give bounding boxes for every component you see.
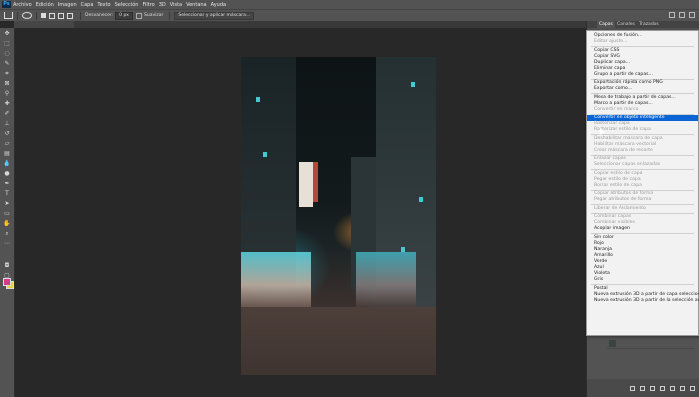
menu-3d[interactable]: 3D — [159, 2, 166, 8]
add-selection-icon[interactable] — [49, 12, 55, 19]
menu-ayuda[interactable]: Ayuda — [211, 2, 226, 8]
more-tools-icon[interactable]: ⋯ — [3, 240, 11, 247]
window-light — [419, 197, 423, 202]
market-stall-left — [241, 252, 311, 307]
intersect-selection-icon[interactable] — [67, 12, 73, 19]
new-selection-icon[interactable] — [41, 13, 46, 18]
window-light — [256, 97, 260, 102]
gradient-tool-icon[interactable]: ▤ — [3, 150, 11, 157]
menu-item: Borrar estilo de capa — [594, 182, 642, 188]
menu-seleccion[interactable]: Selección — [115, 2, 139, 8]
layers-panel-footer — [587, 379, 699, 397]
options-bar: Desvanecer: 0 px Suavizar Seleccionar y … — [0, 9, 699, 21]
foreground-color-swatch[interactable] — [3, 278, 11, 286]
trash-icon[interactable] — [690, 385, 695, 391]
menu-item[interactable]: Nueva extrusión 3D a partir de la selecc… — [587, 298, 699, 304]
menu-item[interactable]: Exportar como... — [587, 86, 698, 92]
quick-mask-icon[interactable]: ◘ — [3, 262, 11, 269]
menu-capa[interactable]: Capa — [81, 2, 94, 8]
market-stall-right — [356, 252, 416, 307]
menu-item[interactable]: Gris — [587, 277, 698, 283]
tab-trazados[interactable]: Trazados — [639, 21, 659, 28]
menu-edicion[interactable]: Edición — [36, 2, 54, 8]
healing-brush-tool-icon[interactable]: ✚ — [3, 100, 11, 107]
marquee-tool-icon[interactable]: ⬚ — [3, 40, 11, 47]
menu-item: Editar ajuste... — [594, 39, 628, 45]
smooth-checkbox[interactable] — [135, 12, 142, 19]
tools-panel: ✥ ⬚ ◌ ✎ ⌗ ⊠ ⚲ ✚ ✐ ⊥ ↺ ▱ ▤ 💧 ● ✒ T ➤ ▭ ✋ … — [0, 28, 15, 397]
rectangle-tool-icon[interactable]: ▭ — [3, 210, 11, 217]
new-group-icon[interactable] — [670, 385, 675, 391]
layer-thumbnail — [609, 340, 616, 347]
shop-sign — [313, 162, 318, 202]
search-icon[interactable] — [669, 12, 675, 18]
street — [241, 307, 436, 375]
tab-capas[interactable]: Capas — [597, 21, 615, 28]
menu-imagen[interactable]: Imagen — [58, 2, 77, 8]
home-icon[interactable] — [4, 12, 13, 19]
menu-archivo[interactable]: Archivo — [13, 2, 32, 8]
layer-style-icon[interactable] — [640, 385, 645, 391]
menu-bar: Ps Archivo Edición Imagen Capa Texto Sel… — [0, 0, 699, 9]
subtract-selection-icon[interactable] — [58, 12, 64, 19]
divider — [36, 11, 37, 20]
photoshop-logo-icon: Ps — [2, 1, 11, 8]
hand-tool-icon[interactable]: ✋ — [3, 220, 11, 227]
divider — [80, 11, 81, 20]
dodge-tool-icon[interactable]: ● — [3, 170, 11, 177]
lasso-tool-icon[interactable]: ◌ — [3, 50, 11, 57]
add-mask-icon[interactable] — [650, 385, 655, 391]
path-selection-tool-icon[interactable]: ➤ — [3, 200, 11, 207]
menu-filtro[interactable]: Filtro — [142, 2, 154, 8]
select-and-mask-button[interactable]: Seleccionar y aplicar máscara... — [174, 11, 255, 20]
menu-ventana[interactable]: Ventana — [186, 2, 207, 8]
menu-item: Crear máscara de recorte — [594, 147, 653, 153]
menu-item[interactable]: Acoplar imagen — [587, 226, 698, 232]
eyedropper-tool-icon[interactable]: ⚲ — [3, 90, 11, 97]
divider — [17, 11, 18, 20]
menu-texto[interactable]: Texto — [97, 2, 110, 8]
panel-tab-strip: Capas Canales Trazados — [587, 21, 699, 28]
new-layer-icon[interactable] — [680, 385, 685, 391]
menu-item[interactable]: Grupo a partir de capas... — [587, 72, 698, 78]
frame-tool-icon[interactable]: ⊠ — [3, 80, 11, 87]
eraser-tool-icon[interactable]: ▱ — [3, 140, 11, 147]
menu-item: Seleccionar capas enlazadas — [594, 162, 661, 168]
menu-vista[interactable]: Vista — [170, 2, 182, 8]
feather-label: Desvanecer: — [85, 13, 114, 18]
history-brush-tool-icon[interactable]: ↺ — [3, 130, 11, 137]
workspace-icon[interactable] — [679, 12, 685, 18]
move-tool-icon[interactable]: ✥ — [3, 30, 11, 37]
canvas-photo[interactable] — [241, 57, 436, 375]
document-tab[interactable] — [14, 21, 74, 28]
crop-tool-icon[interactable]: ⌗ — [3, 70, 11, 77]
menu-item: Liberar de Aislamiento — [594, 205, 646, 211]
window-light — [263, 152, 267, 157]
tab-canales[interactable]: Canales — [617, 21, 635, 28]
window-light — [411, 82, 415, 87]
divider — [169, 11, 171, 20]
adjustment-layer-icon[interactable] — [660, 385, 665, 391]
document-tab-bar — [14, 21, 586, 28]
link-layers-icon[interactable] — [630, 385, 635, 391]
layer-context-menu: Opciones de fusión... Editar ajuste... Cop… — [586, 30, 699, 336]
clone-stamp-tool-icon[interactable]: ⊥ — [3, 120, 11, 127]
quick-select-tool-icon[interactable]: ✎ — [3, 60, 11, 67]
lasso-tool-icon[interactable] — [22, 12, 32, 19]
menu-item: Convertir en marco — [594, 106, 639, 112]
pen-tool-icon[interactable]: ✒ — [3, 180, 11, 187]
blur-tool-icon[interactable]: 💧 — [3, 160, 11, 167]
shop-sign — [299, 162, 313, 207]
layer-row[interactable] — [607, 339, 695, 349]
feather-input[interactable]: 0 px — [115, 11, 133, 20]
zoom-tool-icon[interactable]: ⌕ — [3, 230, 11, 237]
smooth-label: Suavizar — [143, 13, 164, 18]
share-icon[interactable] — [689, 12, 695, 18]
brush-tool-icon[interactable]: ✐ — [3, 110, 11, 117]
type-tool-icon[interactable]: T — [3, 190, 11, 197]
menu-item: Pegar atributos de forma — [594, 197, 652, 203]
